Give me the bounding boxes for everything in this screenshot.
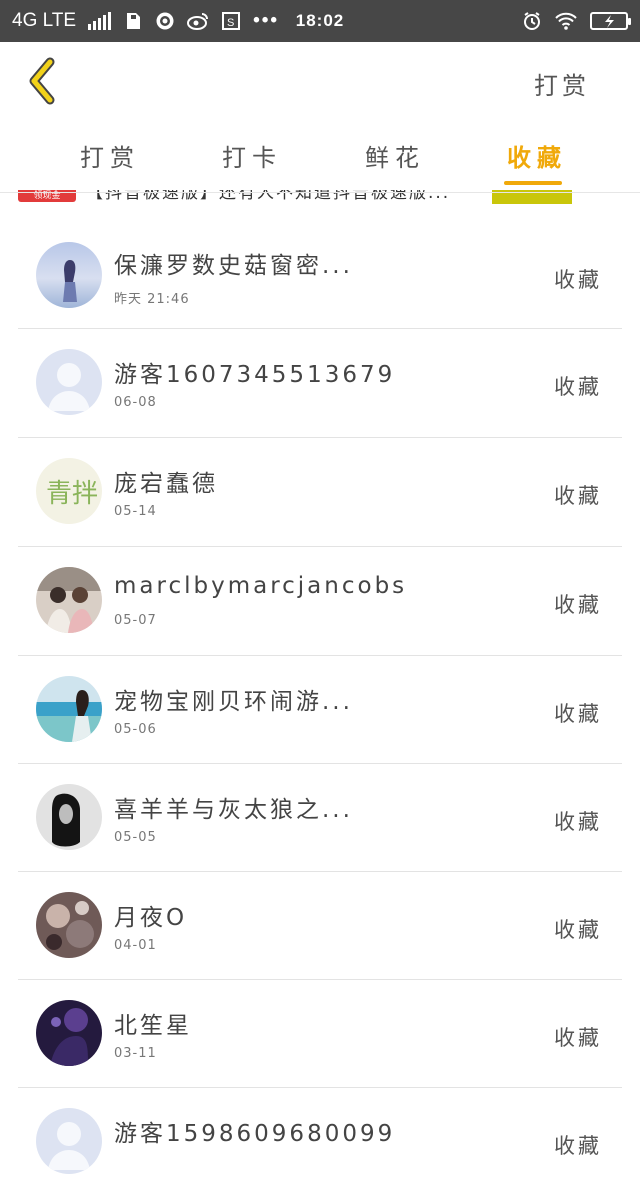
list-item[interactable]: marclbymarcjancobs 05-07 收藏 [18, 547, 622, 656]
favorite-label[interactable]: 收藏 [554, 1022, 602, 1052]
user-name: marclbymarcjancobs [114, 573, 408, 599]
header-reward-button[interactable]: 打赏 [534, 66, 590, 101]
avatar[interactable] [36, 567, 102, 633]
favorite-label[interactable]: 收藏 [554, 371, 602, 401]
timestamp: 昨天 21:46 [114, 292, 190, 307]
user-name: 宠物宝刚贝环闹游... [114, 689, 353, 715]
svg-text:S: S [227, 17, 234, 29]
user-name: 庞宕蠢德 [114, 471, 218, 497]
avatar[interactable] [36, 892, 102, 958]
avatar[interactable] [36, 349, 102, 415]
favorite-label[interactable]: 收藏 [554, 264, 602, 294]
favorite-label[interactable]: 收藏 [554, 480, 602, 510]
status-bar: 4G LTE S ••• 18:02 [0, 0, 640, 42]
list-item[interactable]: 喜羊羊与灰太狼之... 05-05 收藏 [18, 764, 622, 872]
user-name: 游客1607345513679 [114, 362, 396, 388]
avatar[interactable]: 青拌 [36, 458, 102, 524]
user-name: 游客1598609680099 [114, 1121, 396, 1147]
tab-favorites[interactable]: 收藏 [507, 138, 567, 173]
user-name: 保濂罗数史菇窗密... [114, 253, 353, 279]
list-item[interactable]: 宠物宝刚贝环闹游... 05-06 收藏 [18, 656, 622, 764]
timestamp: 05-14 [114, 504, 157, 519]
timestamp: 03-11 [114, 1046, 157, 1061]
more-icon: ••• [253, 10, 280, 31]
timestamp: 05-05 [114, 830, 157, 845]
divider [0, 192, 640, 193]
favorite-label[interactable]: 收藏 [554, 589, 602, 619]
avatar[interactable] [36, 1108, 102, 1174]
timestamp: 06-08 [114, 395, 157, 410]
avatar[interactable] [36, 784, 102, 850]
alarm-icon [524, 12, 540, 30]
back-chevron-icon[interactable] [24, 56, 64, 106]
screenshot-icon: S [222, 12, 241, 30]
globe-icon [156, 12, 174, 30]
tab-reward[interactable]: 打赏 [80, 138, 140, 173]
favorite-label[interactable]: 收藏 [554, 698, 602, 728]
avatar[interactable] [36, 676, 102, 742]
tab-checkin[interactable]: 打卡 [222, 138, 282, 173]
list-item[interactable]: 北笙星 03-11 收藏 [18, 980, 622, 1088]
user-name: 北笙星 [114, 1013, 192, 1039]
signal-icon [88, 12, 112, 30]
user-name: 月夜O [114, 905, 188, 931]
wifi-icon [555, 12, 577, 30]
favorite-label[interactable]: 收藏 [554, 806, 602, 836]
avatar[interactable] [36, 1000, 102, 1066]
battery-charging-icon [590, 12, 631, 30]
avatar[interactable] [36, 242, 102, 308]
active-tab-indicator [504, 181, 562, 185]
tab-flowers[interactable]: 鲜花 [365, 138, 425, 173]
nav-header: 打赏 [0, 42, 640, 124]
favorite-label[interactable]: 收藏 [554, 1130, 602, 1160]
list-item[interactable]: 保濂罗数史菇窗密... 昨天 21:46 收藏 [18, 204, 622, 329]
favorites-list: 保濂罗数史菇窗密... 昨天 21:46 收藏 游客1607345513679 … [18, 204, 622, 1196]
sim-icon [127, 13, 141, 29]
list-item[interactable]: 游客1598609680099 收藏 [18, 1088, 622, 1196]
tab-bar: 打赏 打卡 鲜花 收藏 [0, 124, 640, 190]
list-item[interactable]: 青拌 庞宕蠢德 05-14 收藏 [18, 438, 622, 547]
timestamp: 04-01 [114, 938, 157, 953]
timestamp: 05-06 [114, 722, 157, 737]
list-item[interactable]: 月夜O 04-01 收藏 [18, 872, 622, 980]
user-name: 喜羊羊与灰太狼之... [114, 797, 353, 823]
weibo-icon [187, 13, 209, 30]
list-item[interactable]: 游客1607345513679 06-08 收藏 [18, 329, 622, 438]
network-type: 4G LTE [12, 10, 77, 31]
timestamp: 05-07 [114, 613, 157, 628]
svg-text:青拌: 青拌 [46, 479, 98, 509]
favorite-label[interactable]: 收藏 [554, 914, 602, 944]
